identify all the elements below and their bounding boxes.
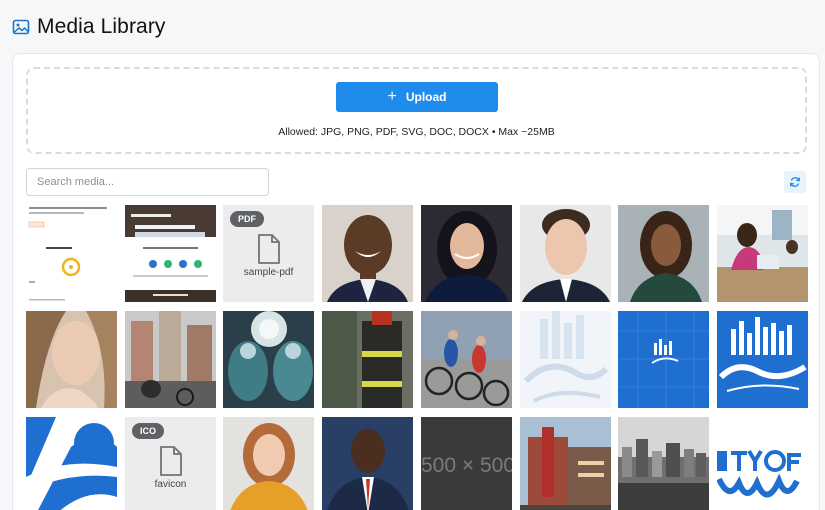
thumbnail-image	[717, 417, 808, 510]
placeholder-label: 500 × 500	[421, 454, 512, 477]
thumbnail-image	[618, 417, 709, 510]
thumbnail-image	[223, 311, 314, 408]
refresh-icon	[789, 177, 801, 187]
upload-dropzone[interactable]: + Upload Allowed: JPG, PNG, PDF, SVG, DO…	[26, 67, 807, 154]
thumbnail-image	[520, 311, 611, 408]
thumbnail-image	[520, 417, 611, 510]
upload-button-label: Upload	[405, 90, 447, 104]
file-name: sample-pdf	[243, 267, 294, 278]
media-tile[interactable]	[520, 417, 611, 510]
media-tile[interactable]	[717, 205, 808, 302]
media-tile[interactable]	[322, 417, 413, 510]
file-icon	[258, 234, 280, 264]
thumbnail-image	[717, 311, 808, 408]
media-tile[interactable]	[322, 205, 413, 302]
refresh-button[interactable]	[784, 171, 806, 193]
media-tile[interactable]	[223, 311, 314, 408]
media-tile[interactable]: ICO favicon	[125, 417, 216, 510]
upload-button[interactable]: + Upload	[336, 82, 498, 112]
media-tile[interactable]	[618, 205, 709, 302]
file-type-badge: PDF	[230, 211, 264, 227]
media-panel: + Upload Allowed: JPG, PNG, PDF, SVG, DO…	[12, 53, 820, 510]
media-tile[interactable]	[618, 417, 709, 510]
thumbnail-image	[322, 417, 413, 510]
page-title: Media Library	[37, 15, 166, 38]
media-tile[interactable]	[717, 417, 808, 510]
thumbnail-image	[421, 311, 512, 408]
file-name: favicon	[154, 479, 187, 490]
thumbnail-image	[421, 205, 512, 302]
media-tile[interactable]	[618, 311, 709, 408]
thumbnail-image	[125, 311, 216, 408]
media-tile[interactable]	[520, 311, 611, 408]
thumbnail-image	[322, 205, 413, 302]
allowed-file-types: Allowed: JPG, PNG, PDF, SVG, DOC, DOCX •…	[278, 126, 555, 138]
plus-icon: +	[387, 88, 397, 105]
thumbnail-image	[223, 417, 314, 510]
file-type-badge: ICO	[132, 423, 165, 439]
thumbnail-image	[520, 205, 611, 302]
media-tile[interactable]	[26, 311, 117, 408]
page-header: Media Library	[12, 14, 166, 40]
media-tile[interactable]: PDF sample-pdf	[223, 205, 314, 302]
file-icon	[160, 446, 182, 476]
media-tile[interactable]	[520, 205, 611, 302]
thumbnail-image	[618, 205, 709, 302]
thumbnail-image	[322, 311, 413, 408]
media-tile[interactable]	[223, 417, 314, 510]
media-tile[interactable]	[125, 311, 216, 408]
thumbnail-image	[125, 205, 216, 302]
search-input[interactable]	[26, 168, 269, 196]
media-tile[interactable]	[125, 205, 216, 302]
media-tile[interactable]	[421, 205, 512, 302]
thumbnail-image	[26, 205, 117, 302]
media-tile[interactable]	[717, 311, 808, 408]
media-tile[interactable]	[26, 417, 117, 510]
media-tile[interactable]	[421, 311, 512, 408]
image-icon	[12, 18, 30, 36]
thumbnail-image	[717, 205, 808, 302]
media-tile[interactable]	[26, 205, 117, 302]
media-tile[interactable]: 500 × 500	[421, 417, 512, 510]
thumbnail-image	[26, 311, 117, 408]
thumbnail-image	[26, 417, 117, 510]
media-tile[interactable]	[322, 311, 413, 408]
thumbnail-image	[618, 311, 709, 408]
